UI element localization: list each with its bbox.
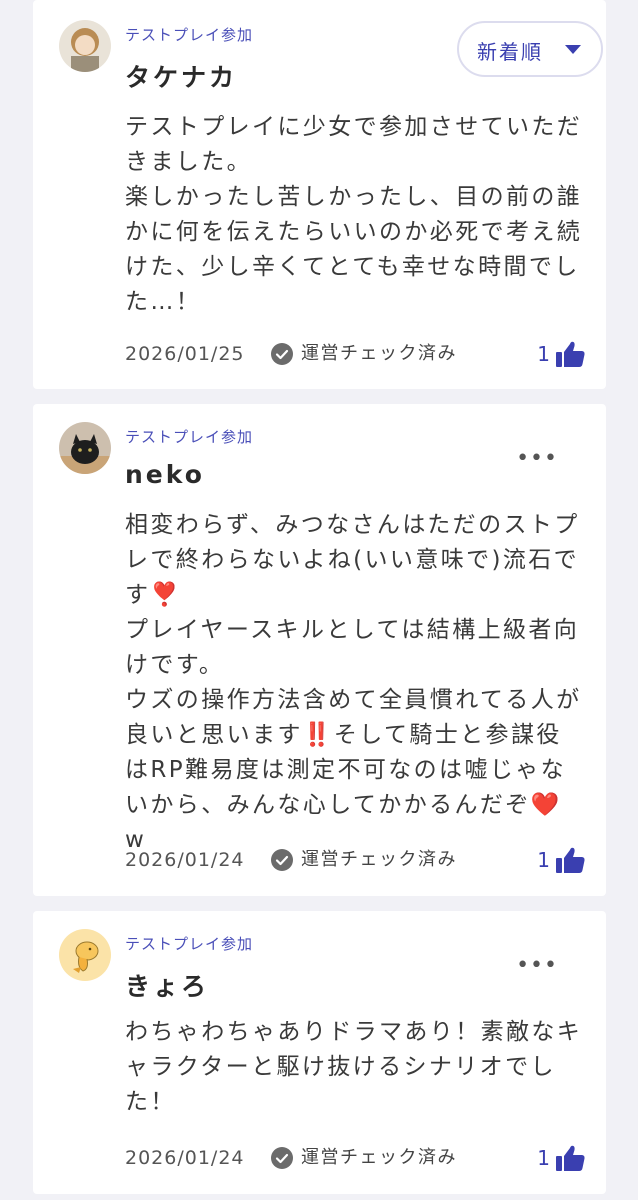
more-options-icon[interactable]: •••	[516, 955, 558, 977]
participation-tag: テストプレイ参加	[125, 935, 254, 953]
like-count: 1	[537, 848, 550, 872]
like-count: 1	[537, 1146, 550, 1170]
cat-photo-icon	[59, 422, 111, 474]
avatar[interactable]	[59, 20, 111, 72]
review-date: 2026/01/24	[125, 849, 245, 871]
review-text: テストプレイに少女で参加させていただきました。 楽しかったし苦しかったし、目の前…	[125, 114, 583, 315]
thumbs-up-icon	[556, 1145, 585, 1171]
check-circle-icon	[271, 343, 293, 365]
avatar[interactable]	[59, 422, 111, 474]
review-text: わちゃわちゃありドラマあり！素敵なキャラクターと駆け抜けるシナリオでした！	[125, 1019, 583, 1115]
check-circle-icon	[271, 849, 293, 871]
user-photo-icon	[59, 20, 111, 72]
thumbs-up-icon	[556, 341, 585, 367]
review-card: テストプレイ参加 きょろ ••• わちゃわちゃありドラマあり！素敵なキャラクター…	[33, 911, 606, 1194]
review-date: 2026/01/25	[125, 343, 245, 365]
review-footer: 2026/01/24 運営チェック済み 1	[125, 846, 586, 874]
avatar[interactable]	[59, 929, 111, 981]
reviewer-name: タケナカ	[125, 63, 238, 92]
reviewer-name: きょろ	[125, 972, 210, 1001]
like-button[interactable]: 1	[506, 1144, 586, 1172]
participation-tag: テストプレイ参加	[125, 428, 254, 446]
review-footer: 2026/01/25 運営チェック済み 1	[125, 340, 586, 368]
like-button[interactable]: 1	[506, 340, 586, 368]
sort-label: 新着順	[477, 40, 543, 64]
like-button[interactable]: 1	[506, 846, 586, 874]
moderation-status: 運営チェック済み	[301, 849, 457, 870]
review-footer: 2026/01/24 運営チェック済み 1	[125, 1144, 586, 1172]
review-text: 相変わらず、みつなさんはただのストプレで終わらないよね(いい意味で)流石です❣️…	[125, 512, 582, 853]
caret-down-icon	[565, 45, 581, 54]
moderation-status: 運営チェック済み	[301, 1147, 457, 1168]
more-options-icon[interactable]: •••	[516, 448, 558, 470]
check-circle-icon	[271, 1147, 293, 1169]
review-date: 2026/01/24	[125, 1147, 245, 1169]
sort-dropdown[interactable]: 新着順	[457, 21, 603, 77]
like-count: 1	[537, 342, 550, 366]
review-card: テストプレイ参加 neko ••• 相変わらず、みつなさんはただのストプレで終わ…	[33, 404, 606, 896]
thumbs-up-icon	[556, 847, 585, 873]
participation-tag: テストプレイ参加	[125, 26, 254, 44]
moderation-status: 運営チェック済み	[301, 343, 457, 364]
bird-illustration-icon	[59, 929, 111, 981]
reviewer-name: neko	[125, 460, 205, 489]
